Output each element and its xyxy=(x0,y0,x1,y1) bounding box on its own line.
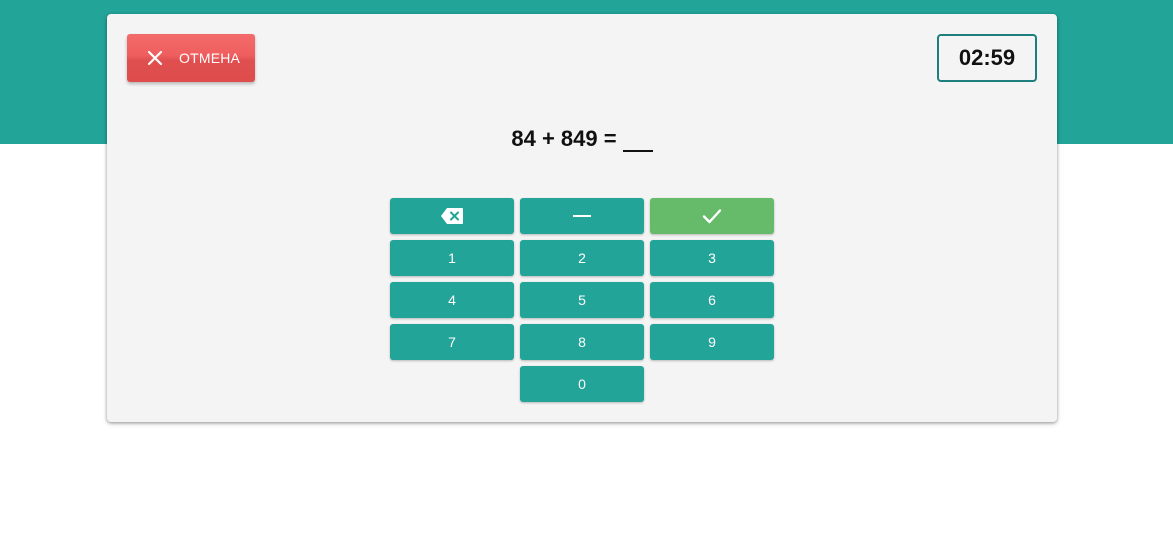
keypad: 1 2 3 4 5 6 7 8 9 0 xyxy=(390,198,774,402)
digit-button-8[interactable]: 8 xyxy=(520,324,644,360)
minus-button[interactable] xyxy=(520,198,644,234)
close-icon xyxy=(147,50,163,66)
check-icon xyxy=(702,209,722,224)
countdown-timer: 02:59 xyxy=(937,34,1037,82)
digit-button-6[interactable]: 6 xyxy=(650,282,774,318)
backspace-icon xyxy=(441,208,463,224)
digit-button-3[interactable]: 3 xyxy=(650,240,774,276)
answer-blank xyxy=(622,130,653,152)
confirm-button[interactable] xyxy=(650,198,774,234)
digit-button-7[interactable]: 7 xyxy=(390,324,514,360)
digit-button-0[interactable]: 0 xyxy=(520,366,644,402)
equation-display: 84 + 849 = xyxy=(107,126,1057,152)
cancel-button[interactable]: ОТМЕНА xyxy=(127,34,255,82)
minus-icon xyxy=(573,215,591,217)
digit-button-5[interactable]: 5 xyxy=(520,282,644,318)
digit-button-9[interactable]: 9 xyxy=(650,324,774,360)
digit-button-2[interactable]: 2 xyxy=(520,240,644,276)
digit-button-1[interactable]: 1 xyxy=(390,240,514,276)
cancel-label: ОТМЕНА xyxy=(179,50,241,66)
backspace-button[interactable] xyxy=(390,198,514,234)
digit-button-4[interactable]: 4 xyxy=(390,282,514,318)
equation-text: 84 + 849 = xyxy=(511,126,617,151)
quiz-card: ОТМЕНА 02:59 84 + 849 = 1 2 3 4 5 6 7 8 … xyxy=(107,14,1057,422)
